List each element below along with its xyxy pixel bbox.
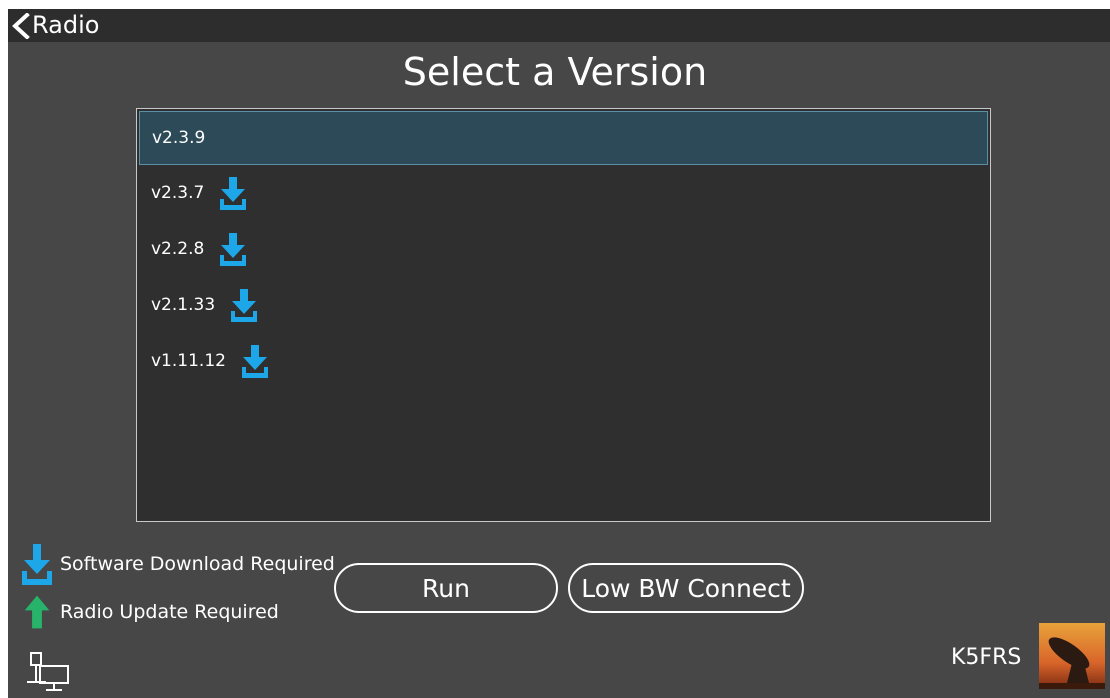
version-list[interactable]: v2.3.9 v2.3.7 v2.2.8 v2.1.33 v1.11.12: [136, 108, 991, 522]
version-item-v2-1-33[interactable]: v2.1.33: [139, 278, 988, 332]
legend-download: Software Download Required: [20, 542, 335, 586]
download-icon: [220, 233, 247, 266]
page-title: Select a Version: [402, 50, 708, 94]
version-item-v2-2-8[interactable]: v2.2.8: [139, 222, 988, 276]
download-icon: [241, 345, 268, 378]
title-bar: Radio: [8, 9, 1110, 42]
version-item-v1-11-12[interactable]: v1.11.12: [139, 334, 988, 388]
run-button[interactable]: Run: [334, 563, 558, 613]
arrow-up-icon: [24, 595, 50, 629]
version-item-v2-3-9[interactable]: v2.3.9: [139, 111, 988, 165]
legend-update-text: Radio Update Required: [60, 601, 279, 623]
back-button[interactable]: Radio: [10, 9, 99, 42]
callsign: K5FRS: [951, 645, 1022, 670]
version-label: v2.1.33: [151, 295, 216, 315]
legend-update: Radio Update Required: [20, 594, 279, 630]
download-icon: [231, 289, 258, 322]
version-label: v2.3.9: [152, 128, 206, 148]
low-bw-connect-button[interactable]: Low BW Connect: [568, 563, 804, 613]
version-label: v2.2.8: [151, 239, 205, 259]
satellite-dish-icon: [1039, 623, 1105, 689]
app-window: Radio Select a Version v2.3.9 v2.3.7 v2.…: [8, 9, 1110, 698]
download-icon: [220, 177, 247, 210]
version-item-v2-3-7[interactable]: v2.3.7: [139, 166, 988, 220]
station-avatar[interactable]: [1039, 623, 1105, 689]
back-label: Radio: [32, 11, 100, 39]
version-label: v1.11.12: [151, 351, 226, 371]
chevron-left-icon: [12, 12, 30, 39]
legend-download-text: Software Download Required: [60, 553, 335, 575]
download-icon: [22, 544, 52, 585]
network-connection-icon[interactable]: [26, 652, 72, 692]
version-label: v2.3.7: [151, 183, 205, 203]
